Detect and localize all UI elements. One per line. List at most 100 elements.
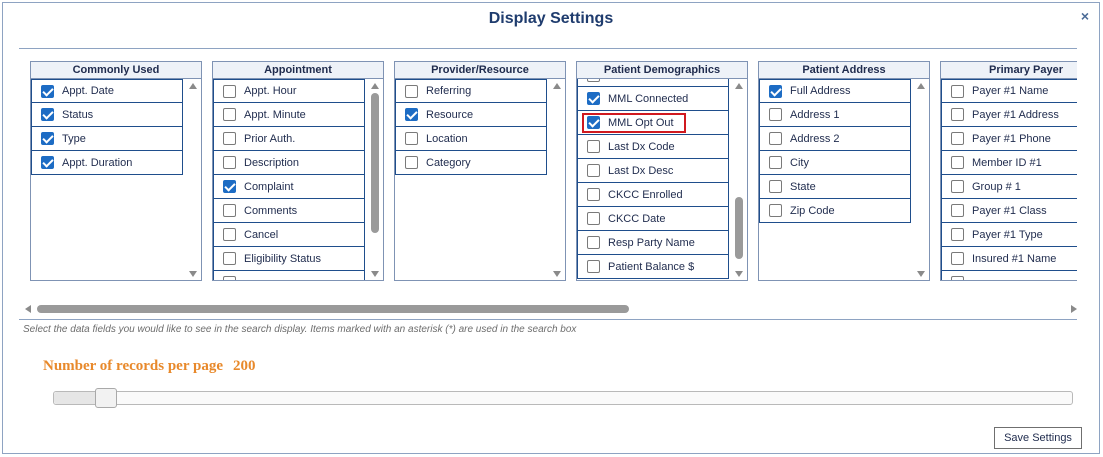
scroll-right-icon[interactable] — [1071, 305, 1077, 313]
field-option[interactable]: Appt. Minute — [213, 103, 365, 127]
scroll-up-icon[interactable] — [917, 83, 925, 89]
checkbox-checked[interactable] — [41, 84, 54, 98]
checkbox-checked[interactable] — [41, 156, 54, 169]
field-option[interactable]: Location — [395, 127, 547, 151]
vertical-scrollbar[interactable] — [913, 79, 929, 280]
checkbox[interactable] — [769, 204, 782, 217]
scroll-down-icon[interactable] — [189, 271, 197, 277]
checkbox[interactable] — [951, 180, 964, 193]
checkbox[interactable] — [223, 204, 236, 217]
checkbox[interactable] — [951, 204, 964, 217]
field-option[interactable] — [213, 271, 365, 280]
scroll-down-icon[interactable] — [371, 271, 379, 277]
field-option[interactable]: Resource — [395, 103, 547, 127]
field-option[interactable]: Address 1 — [759, 103, 911, 127]
checkbox[interactable] — [587, 212, 600, 225]
field-option[interactable]: Description — [213, 151, 365, 175]
field-option[interactable]: Group # 1 — [941, 175, 1077, 199]
field-option[interactable]: Payer #1 Phone — [941, 127, 1077, 151]
checkbox[interactable] — [223, 84, 236, 98]
vertical-scrollbar[interactable] — [731, 79, 747, 280]
scroll-down-icon[interactable] — [917, 271, 925, 277]
field-option[interactable] — [941, 271, 1077, 280]
field-option[interactable]: State — [759, 175, 911, 199]
horizontal-scroll-thumb[interactable] — [37, 305, 629, 313]
checkbox-checked[interactable] — [405, 108, 418, 121]
field-option[interactable]: Insured #1 Name — [941, 247, 1077, 271]
field-option[interactable]: Status — [31, 103, 183, 127]
vertical-scrollbar[interactable] — [185, 79, 201, 280]
field-option[interactable]: Prior Auth. — [213, 127, 365, 151]
checkbox[interactable] — [587, 140, 600, 153]
field-option[interactable]: Email — [577, 79, 729, 87]
field-option[interactable]: Eligibility Status — [213, 247, 365, 271]
checkbox[interactable] — [587, 236, 600, 249]
save-settings-button[interactable]: Save Settings — [994, 427, 1082, 449]
scroll-left-icon[interactable] — [25, 305, 31, 313]
field-option[interactable]: Appt. Date — [31, 79, 183, 103]
checkbox[interactable] — [223, 252, 236, 265]
checkbox-checked[interactable] — [223, 180, 236, 193]
checkbox[interactable] — [951, 132, 964, 145]
vertical-scrollbar[interactable] — [549, 79, 565, 280]
scroll-up-icon[interactable] — [371, 83, 379, 89]
field-option[interactable]: Resp Party Name — [577, 231, 729, 255]
field-option[interactable]: MML Connected — [577, 87, 729, 111]
vertical-scroll-thumb[interactable] — [371, 93, 379, 233]
checkbox[interactable] — [587, 164, 600, 177]
field-option[interactable]: City — [759, 151, 911, 175]
field-option[interactable]: Category — [395, 151, 547, 175]
checkbox[interactable] — [587, 79, 600, 82]
field-option[interactable]: Type — [31, 127, 183, 151]
scroll-down-icon[interactable] — [735, 271, 743, 277]
scroll-up-icon[interactable] — [735, 83, 743, 89]
checkbox[interactable] — [769, 180, 782, 193]
field-option[interactable]: Complaint — [213, 175, 365, 199]
field-option[interactable]: Payer #1 Type — [941, 223, 1077, 247]
scroll-up-icon[interactable] — [189, 83, 197, 89]
vertical-scrollbar[interactable] — [367, 79, 383, 280]
checkbox-checked[interactable] — [41, 132, 54, 145]
field-option[interactable]: Referring — [395, 79, 547, 103]
field-option[interactable]: Comments — [213, 199, 365, 223]
field-option[interactable]: Last Dx Code — [577, 135, 729, 159]
checkbox[interactable] — [769, 132, 782, 145]
checkbox[interactable] — [587, 188, 600, 201]
field-option[interactable]: Full Address — [759, 79, 911, 103]
checkbox[interactable] — [951, 84, 964, 98]
checkbox[interactable] — [223, 108, 236, 121]
field-option[interactable]: MML Opt Out — [577, 111, 729, 135]
checkbox[interactable] — [951, 252, 964, 265]
close-icon[interactable]: × — [1081, 8, 1089, 24]
checkbox[interactable] — [223, 228, 236, 241]
checkbox[interactable] — [223, 132, 236, 145]
checkbox[interactable] — [769, 108, 782, 121]
checkbox[interactable] — [223, 276, 236, 280]
field-option[interactable]: CKCC Date — [577, 207, 729, 231]
field-option[interactable]: CKCC Enrolled — [577, 183, 729, 207]
checkbox[interactable] — [405, 156, 418, 169]
checkbox[interactable] — [405, 84, 418, 98]
checkbox[interactable] — [951, 228, 964, 241]
checkbox[interactable] — [951, 276, 964, 280]
field-option[interactable]: Payer #1 Class — [941, 199, 1077, 223]
field-option[interactable]: Appt. Hour — [213, 79, 365, 103]
field-option[interactable]: Last Dx Desc — [577, 159, 729, 183]
field-option[interactable]: Payer #1 Address — [941, 103, 1077, 127]
horizontal-scrollbar[interactable] — [23, 302, 1079, 316]
field-option[interactable]: Payer #1 Name — [941, 79, 1077, 103]
field-option[interactable]: Member ID #1 — [941, 151, 1077, 175]
checkbox[interactable] — [223, 156, 236, 169]
field-option[interactable]: Address 2 — [759, 127, 911, 151]
checkbox[interactable] — [769, 156, 782, 169]
field-option[interactable]: Patient Balance $ — [577, 255, 729, 279]
scroll-up-icon[interactable] — [553, 83, 561, 89]
checkbox[interactable] — [951, 108, 964, 121]
field-option[interactable]: Cancel — [213, 223, 365, 247]
records-slider[interactable] — [53, 388, 1073, 408]
checkbox-checked[interactable] — [41, 108, 54, 121]
field-option[interactable]: Zip Code — [759, 199, 911, 223]
slider-handle[interactable] — [95, 388, 117, 408]
vertical-scroll-thumb[interactable] — [735, 197, 743, 259]
checkbox-checked[interactable] — [769, 84, 782, 98]
